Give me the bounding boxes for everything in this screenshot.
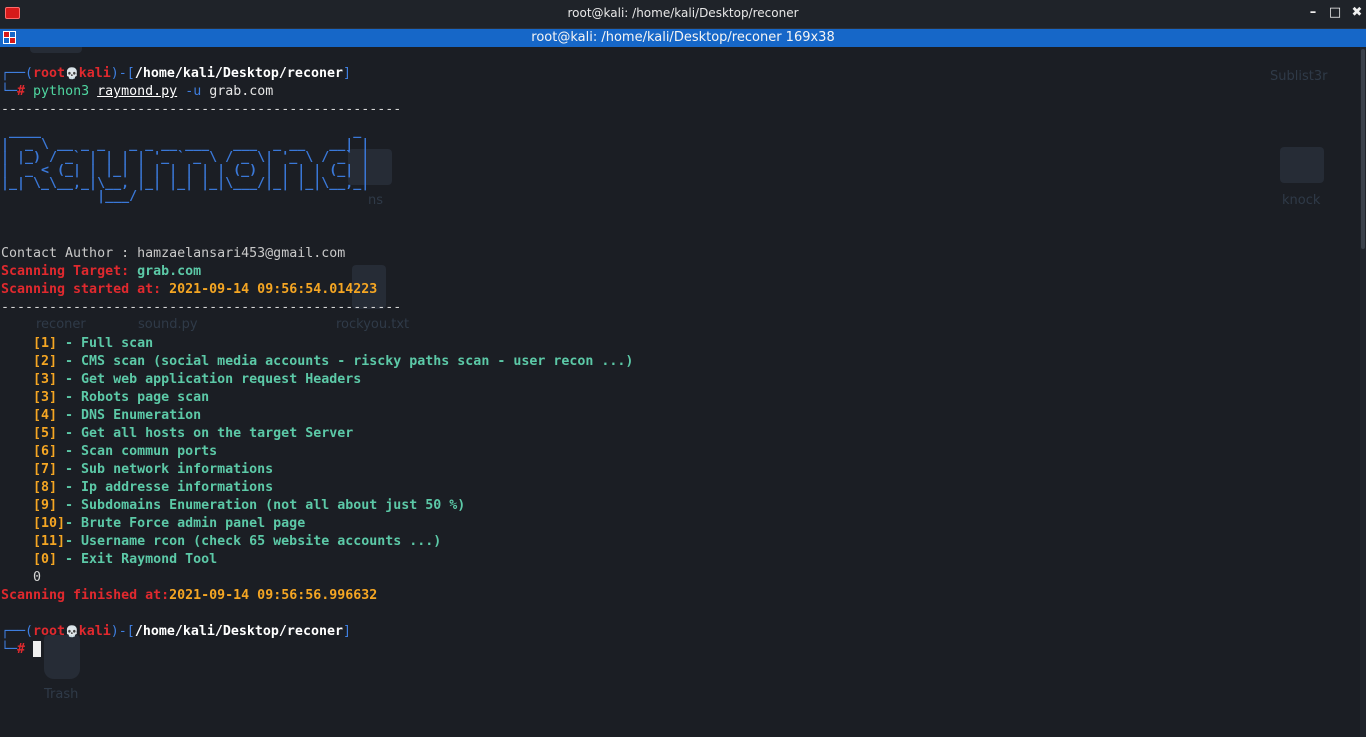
scrollbar[interactable]: [1360, 47, 1366, 737]
menu-option: [3] - Get web application request Header…: [33, 372, 362, 387]
menu-option: [5] - Get all hosts on the target Server: [33, 426, 354, 441]
menu-option: [3] - Robots page scan: [33, 390, 210, 405]
separator-bottom: ----------------------------------------…: [1, 300, 402, 315]
desktop-label-rockyou: rockyou.txt: [336, 317, 410, 332]
desktop-label-sound: sound.py: [138, 317, 198, 332]
scrollbar-thumb[interactable]: [1361, 49, 1365, 249]
trash-icon: [44, 635, 80, 679]
menu-option: [6] - Scan commun ports: [33, 444, 218, 459]
menu-option: [11]- Username rcon (check 65 website ac…: [33, 534, 442, 549]
skull-icon: 💀: [65, 625, 79, 638]
menu-option: [7] - Sub network informations: [33, 462, 274, 477]
scanning-started-line: Scanning started at: 2021-09-14 09:56:54…: [1, 282, 378, 297]
maximize-button[interactable]: □: [1328, 5, 1342, 20]
raymond-ascii-banner: ____ _ | _ \ __ _ _ _ _ __ ___ ___ _ __ …: [1, 124, 370, 204]
user-input-line: 0: [33, 570, 42, 585]
menu-option: [4] - DNS Enumeration: [33, 408, 202, 423]
scanning-target-line: Scanning Target: grab.com: [1, 264, 202, 279]
menu-option: [1] - Full scan: [33, 336, 154, 351]
close-button[interactable]: ✖: [1350, 5, 1364, 20]
prompt-line: ┌──(root💀kali)-[/home/kali/Desktop/recon…: [1, 624, 351, 639]
menu-option: [2] - CMS scan (social media accounts - …: [33, 354, 634, 369]
contact-author-line: Contact Author : hamzaelansari453@gmail.…: [1, 246, 346, 261]
window-titlebar: root@kali: /home/kali/Desktop/reconer – …: [0, 0, 1366, 29]
text-cursor: [33, 641, 42, 657]
desktop-label-trash: Trash: [44, 687, 79, 702]
tab-bar: root@kali: /home/kali/Desktop/reconer 16…: [0, 29, 1366, 47]
desktop-label-ns: ns: [368, 193, 384, 208]
active-prompt-line[interactable]: └─#: [1, 641, 42, 659]
prompt-line: ┌──(root💀kali)-[/home/kali/Desktop/recon…: [1, 66, 351, 81]
desktop-folder-icon: [30, 47, 82, 53]
command-line: └─# python3 raymond.py -u grab.com: [1, 84, 274, 99]
skull-icon: 💀: [65, 67, 79, 80]
terminal-area[interactable]: Sublist3r ns knock reconer sound.py rock…: [0, 47, 1366, 737]
menu-option: [9] - Subdomains Enumeration (not all ab…: [33, 498, 466, 513]
menu-option: [8] - Ip addresse informations: [33, 480, 274, 495]
menu-option: [0] - Exit Raymond Tool: [33, 552, 218, 567]
separator-top: ----------------------------------------…: [1, 102, 402, 117]
window-title: root@kali: /home/kali/Desktop/reconer: [567, 6, 799, 20]
desktop-label-sublist3r: Sublist3r: [1270, 69, 1328, 84]
desktop-label-reconer: reconer: [36, 317, 86, 332]
desktop-label-knock: knock: [1282, 193, 1321, 208]
tab-title[interactable]: root@kali: /home/kali/Desktop/reconer 16…: [0, 30, 1366, 45]
desktop-folder-icon: [1280, 147, 1324, 183]
scanning-finished-line: Scanning finished at:2021-09-14 09:56:56…: [1, 588, 378, 603]
menu-option: [10]- Brute Force admin panel page: [33, 516, 306, 531]
minimize-button[interactable]: –: [1306, 5, 1320, 20]
